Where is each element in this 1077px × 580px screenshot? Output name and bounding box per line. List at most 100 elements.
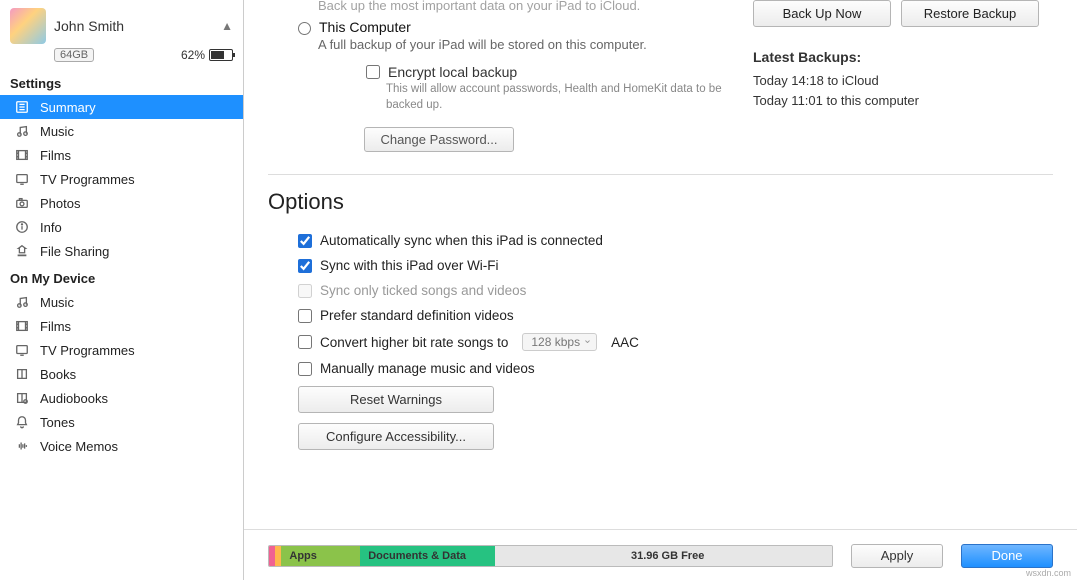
backup-this-computer-radio[interactable] xyxy=(298,22,311,35)
sidebar-item-photos[interactable]: Photos xyxy=(0,191,243,215)
settings-section-header: Settings xyxy=(0,68,243,95)
option-label: Automatically sync when this iPad is con… xyxy=(320,233,603,248)
summary-icon xyxy=(14,99,30,115)
film-icon xyxy=(14,318,30,334)
tv-icon xyxy=(14,342,30,358)
reset-warnings-button[interactable]: Reset Warnings xyxy=(298,386,494,413)
option-label: Convert higher bit rate songs to xyxy=(320,335,508,350)
storage-seg-docs: Documents & Data xyxy=(360,546,495,566)
sidebar-item-label: File Sharing xyxy=(40,244,109,259)
battery-icon xyxy=(209,49,233,61)
sidebar-item-label: Summary xyxy=(40,100,96,115)
audiobook-icon xyxy=(14,390,30,406)
sidebar-item-d-tones[interactable]: Tones xyxy=(0,410,243,434)
sidebar-item-d-tv[interactable]: TV Programmes xyxy=(0,338,243,362)
fileshare-icon xyxy=(14,243,30,259)
device-header: John Smith ▲ 64GB 62% xyxy=(0,0,243,68)
configure-accessibility-button[interactable]: Configure Accessibility... xyxy=(298,423,494,450)
bitrate-select[interactable]: 128 kbps xyxy=(522,333,597,351)
option-label: Sync with this iPad over Wi-Fi xyxy=(320,258,499,273)
option-checkbox-autosync[interactable] xyxy=(298,234,312,248)
device-nav-list: Music Films TV Programmes Books Audiobooks To… xyxy=(0,290,243,458)
sidebar-item-d-books[interactable]: Books xyxy=(0,362,243,386)
sidebar-item-label: TV Programmes xyxy=(40,172,135,187)
tv-icon xyxy=(14,171,30,187)
option-checkbox-tickedonly xyxy=(298,284,312,298)
sidebar-item-label: Music xyxy=(40,295,74,310)
option-label: Manually manage music and videos xyxy=(320,361,535,376)
bitrate-suffix: AAC xyxy=(611,335,639,350)
sidebar-item-label: Music xyxy=(40,124,74,139)
option-row-bitrate_prefix: Convert higher bit rate songs to 128 kbps… xyxy=(298,333,1053,351)
option-row-sdvideo: Prefer standard definition videos xyxy=(298,308,1053,323)
backup-this-computer-desc: A full backup of your iPad will be store… xyxy=(318,37,729,52)
book-icon xyxy=(14,366,30,382)
sidebar-item-label: Tones xyxy=(40,415,75,430)
sidebar-item-d-films[interactable]: Films xyxy=(0,314,243,338)
apply-button[interactable]: Apply xyxy=(851,544,943,568)
bell-icon xyxy=(14,414,30,430)
latest-backups-header: Latest Backups: xyxy=(753,49,1053,65)
battery-percent: 62% xyxy=(181,48,205,62)
eject-icon[interactable]: ▲ xyxy=(221,19,233,33)
option-row-tickedonly: Sync only ticked songs and videos xyxy=(298,283,1053,298)
back-up-now-button[interactable]: Back Up Now xyxy=(753,0,891,27)
sidebar-item-tv[interactable]: TV Programmes xyxy=(0,167,243,191)
capacity-badge: 64GB xyxy=(54,48,94,62)
options-section-title: Options xyxy=(268,189,1053,215)
device-thumbnail xyxy=(10,8,46,44)
voicememo-icon xyxy=(14,438,30,454)
footer-bar: Apps Documents & Data 31.96 GB Free Appl… xyxy=(244,529,1077,580)
music-icon xyxy=(14,294,30,310)
latest-backup-line: Today 14:18 to iCloud xyxy=(753,71,1053,91)
on-my-device-section-header: On My Device xyxy=(0,263,243,290)
sidebar-item-d-audiobooks[interactable]: Audiobooks xyxy=(0,386,243,410)
sidebar: John Smith ▲ 64GB 62% Settings Summary Mu… xyxy=(0,0,244,580)
sidebar-item-label: TV Programmes xyxy=(40,343,135,358)
main-pane: Back up the most important data on your … xyxy=(244,0,1077,580)
sidebar-item-d-voice[interactable]: Voice Memos xyxy=(0,434,243,458)
option-row-autosync: Automatically sync when this iPad is con… xyxy=(298,233,1053,248)
option-label: Prefer standard definition videos xyxy=(320,308,514,323)
sidebar-item-label: Photos xyxy=(40,196,80,211)
sidebar-item-fileshare[interactable]: File Sharing xyxy=(0,239,243,263)
sidebar-item-d-music[interactable]: Music xyxy=(0,290,243,314)
sidebar-item-label: Info xyxy=(40,220,62,235)
info-icon xyxy=(14,219,30,235)
done-button[interactable]: Done xyxy=(961,544,1053,568)
encrypt-local-backup-desc: This will allow account passwords, Healt… xyxy=(386,82,726,113)
sidebar-item-label: Films xyxy=(40,148,71,163)
film-icon xyxy=(14,147,30,163)
sidebar-item-label: Books xyxy=(40,367,76,382)
restore-backup-button[interactable]: Restore Backup xyxy=(901,0,1039,27)
backup-this-computer-label: This Computer xyxy=(319,19,411,35)
option-checkbox-wifi[interactable] xyxy=(298,259,312,273)
section-divider xyxy=(268,174,1053,175)
option-checkbox-bitrate_prefix[interactable] xyxy=(298,335,312,349)
option-row-manual: Manually manage music and videos xyxy=(298,361,1053,376)
option-row-wifi: Sync with this iPad over Wi-Fi xyxy=(298,258,1053,273)
battery-indicator: 62% xyxy=(181,48,233,62)
sidebar-item-info[interactable]: Info xyxy=(0,215,243,239)
storage-seg-free: 31.96 GB Free xyxy=(495,546,832,566)
storage-seg-apps: Apps xyxy=(281,546,360,566)
device-name: John Smith xyxy=(54,18,213,34)
latest-backup-line: Today 11:01 to this computer xyxy=(753,91,1053,111)
sidebar-item-label: Voice Memos xyxy=(40,439,118,454)
sidebar-item-summary[interactable]: Summary xyxy=(0,95,243,119)
change-password-button[interactable]: Change Password... xyxy=(364,127,514,152)
option-checkbox-manual[interactable] xyxy=(298,362,312,376)
settings-nav-list: Summary Music Films TV Programmes Photos Info… xyxy=(0,95,243,263)
sidebar-item-label: Audiobooks xyxy=(40,391,108,406)
option-label: Sync only ticked songs and videos xyxy=(320,283,526,298)
storage-bar: Apps Documents & Data 31.96 GB Free xyxy=(268,545,833,567)
sidebar-item-label: Films xyxy=(40,319,71,334)
backup-icloud-desc-truncated: Back up the most important data on your … xyxy=(268,0,729,19)
option-checkbox-sdvideo[interactable] xyxy=(298,309,312,323)
encrypt-local-backup-checkbox[interactable] xyxy=(366,65,380,79)
sidebar-item-music[interactable]: Music xyxy=(0,119,243,143)
music-icon xyxy=(14,123,30,139)
watermark: wsxdn.com xyxy=(1026,568,1071,578)
sidebar-item-films[interactable]: Films xyxy=(0,143,243,167)
storage-seg-other xyxy=(275,546,282,566)
